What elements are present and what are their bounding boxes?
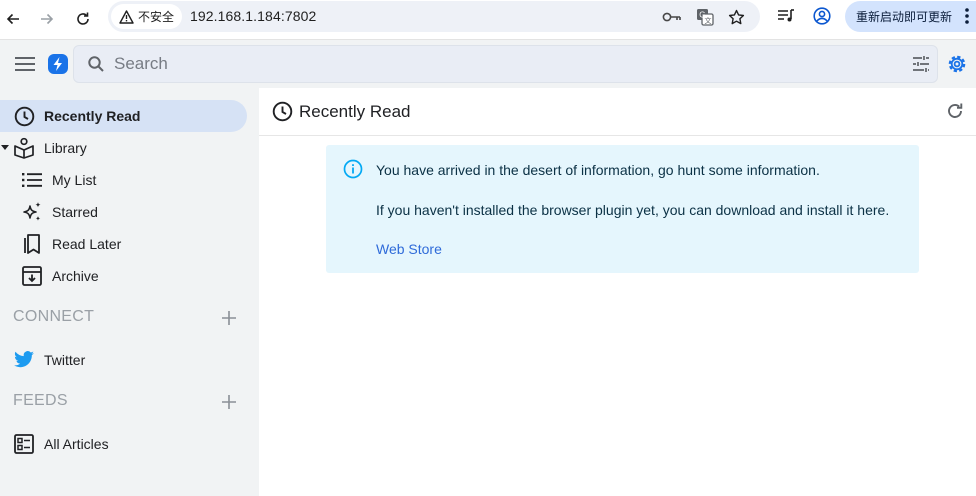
sidebar-item-label: Twitter [44,352,86,368]
profile-button[interactable] [810,4,834,28]
sparkle-icon [21,201,43,223]
library-icon [13,137,35,159]
add-connect-icon[interactable] [220,309,238,327]
list-icon [21,169,43,191]
caret-down-icon[interactable] [0,137,10,159]
more-vert-icon [965,8,969,24]
info-message: You have arrived in the desert of inform… [376,162,820,178]
sidebar-item-label: Library [44,140,87,156]
search-input[interactable] [114,53,874,75]
sidebar-item-library[interactable]: Library [0,132,247,164]
settings-button[interactable] [945,52,969,76]
refresh-icon[interactable] [945,101,965,121]
plugin-install-message: If you haven't installed the browser plu… [376,202,890,218]
sidebar-item-label: All Articles [44,436,109,452]
star-icon [728,9,744,24]
page-title: Recently Read [299,102,411,121]
bookmark-star-button[interactable] [724,5,748,29]
media-control-button[interactable] [774,4,798,28]
clock-icon [272,101,293,122]
app-logo [47,53,69,75]
sidebar-item-label: Starred [52,204,98,220]
sidebar-item-label: Read Later [52,236,122,252]
reload-icon [77,12,89,25]
sidebar-item-read-later[interactable]: Read Later [0,228,247,260]
feeds-heading: FEEDS [13,392,68,409]
twitter-icon [13,349,35,371]
update-label: 重新启动即可更新 [856,10,953,24]
back-arrow-icon [6,13,19,25]
sidebar-item-label: Recently Read [44,108,141,124]
playlist-music-icon [778,9,794,22]
gear-icon [948,55,966,73]
address-bar[interactable]: 不安全 192.168.1.184:7802 G文 [108,1,760,32]
back-button[interactable] [0,6,26,32]
add-feed-icon[interactable] [220,393,238,411]
search-icon [88,56,104,72]
sidebar-item-label: My List [52,172,97,188]
reload-button[interactable] [70,6,96,32]
forward-button[interactable] [34,6,60,32]
sidebar-item-twitter[interactable]: Twitter [0,344,247,376]
sidebar: Recently Read Library My List Starred Re… [0,88,259,496]
info-icon [343,159,363,179]
sidebar-item-all-articles[interactable]: All Articles [0,428,247,460]
app-toolbar [0,40,976,88]
key-icon [662,12,681,22]
search-bar[interactable] [73,45,938,83]
filter-tune-icon[interactable] [911,54,931,74]
articles-icon [13,433,35,455]
url-text[interactable]: 192.168.1.184:7802 [190,8,316,24]
connect-heading: CONNECT [13,308,95,325]
password-key-button[interactable] [660,5,684,29]
warning-icon [119,9,134,24]
restart-to-update-button[interactable]: 重新启动即可更新 [845,1,976,32]
web-store-link[interactable]: Web Store [376,241,442,257]
bookmark-icon [21,233,43,255]
hamburger-menu-icon [15,57,35,71]
translate-icon: G文 [697,9,714,26]
browser-toolbar: 不安全 192.168.1.184:7802 G文 重新启动即可更新 [0,0,976,40]
main-content: Recently Read You have arrived in the de… [259,88,976,496]
archive-icon [21,265,43,287]
empty-state-info-alert: You have arrived in the desert of inform… [326,145,919,273]
security-label: 不安全 [138,10,175,24]
forward-arrow-icon [41,13,54,25]
sidebar-item-starred[interactable]: Starred [0,196,247,228]
site-security-chip[interactable]: 不安全 [111,4,183,29]
sidebar-item-my-list[interactable]: My List [0,164,247,196]
svg-text:文: 文 [705,16,712,25]
account-circle-icon [813,7,831,25]
sidebar-item-archive[interactable]: Archive [0,260,247,292]
sidebar-item-recently-read[interactable]: Recently Read [0,100,247,132]
menu-toggle-button[interactable] [13,52,37,76]
translate-button[interactable]: G文 [693,5,717,29]
sidebar-item-label: Archive [52,268,99,284]
clock-icon [13,105,35,127]
content-header: Recently Read [259,88,976,136]
lightning-logo-icon [48,54,68,74]
